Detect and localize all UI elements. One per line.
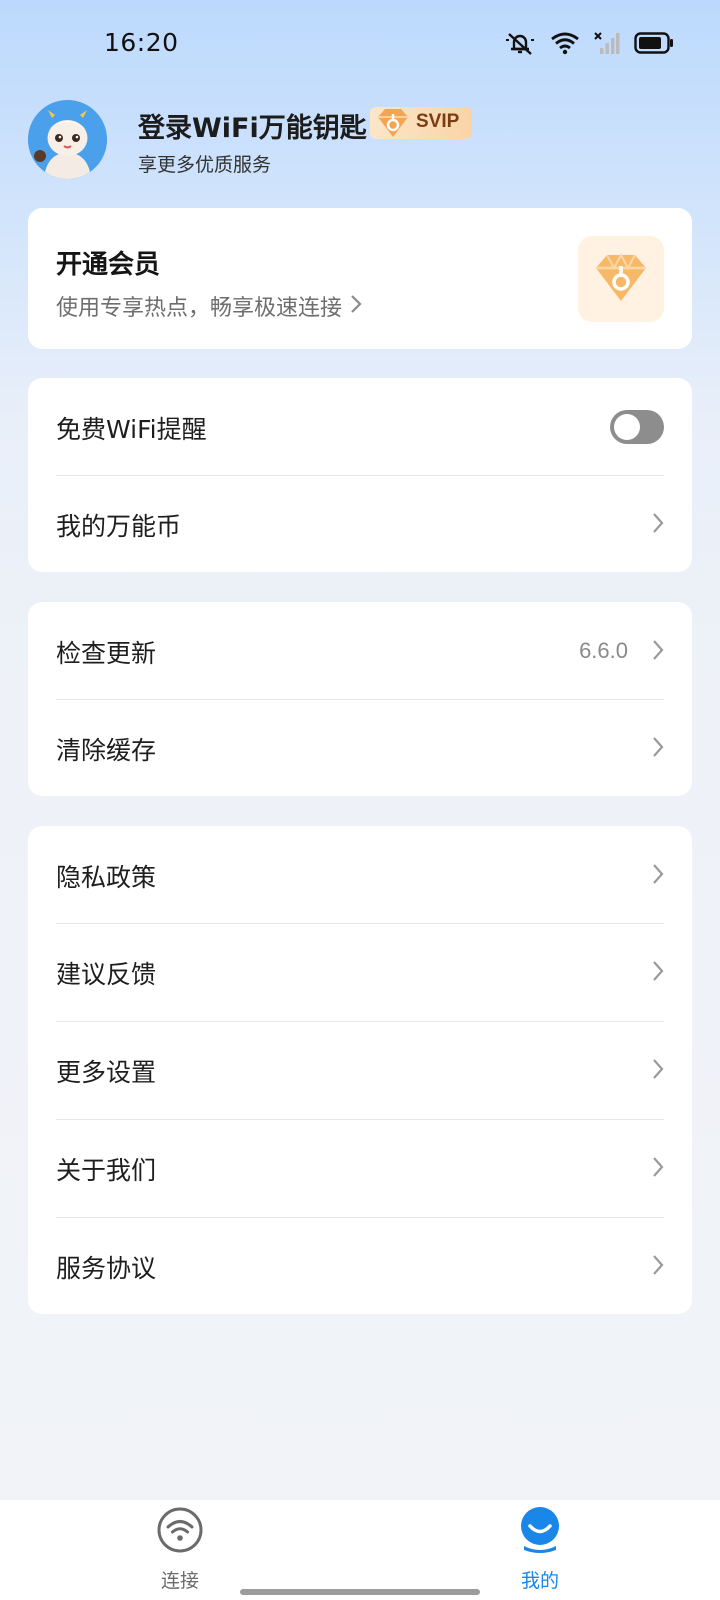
bottom-nav: 连接 我的 <box>0 1500 720 1600</box>
login-title[interactable]: 登录WiFi万能钥匙 <box>138 106 367 145</box>
login-subtitle: 享更多优质服务 <box>138 154 272 176</box>
svip-badge: SVIP <box>370 107 472 139</box>
check-update-row[interactable]: 检查更新 6.6.0 <box>28 602 692 700</box>
check-update-label: 检查更新 <box>56 639 157 668</box>
my-coins-label: 我的万能币 <box>56 512 182 541</box>
my-coins-row[interactable]: 我的万能币 <box>28 475 692 573</box>
chevron-right-icon <box>652 639 664 665</box>
about-us-row[interactable]: 关于我们 <box>28 1119 692 1217</box>
service-agreement-row[interactable]: 服务协议 <box>28 1217 692 1315</box>
vip-title: 开通会员 <box>56 250 161 280</box>
clear-cache-row[interactable]: 清除缓存 <box>28 699 692 797</box>
profile-icon <box>516 1504 564 1558</box>
wifi-icon <box>550 31 580 59</box>
diamond-key-icon <box>374 106 412 144</box>
diamond-key-icon <box>592 251 650 309</box>
chevron-right-icon <box>652 512 664 538</box>
settings-group-2: 检查更新 6.6.0 清除缓存 <box>28 602 692 796</box>
nav-label-mine: 我的 <box>520 1570 559 1592</box>
chevron-right-icon <box>652 1058 664 1084</box>
version-value: 6.6.0 <box>579 638 628 663</box>
no-signal-icon <box>594 31 620 59</box>
free-wifi-reminder-row: 免费WiFi提醒 <box>28 378 692 476</box>
free-wifi-reminder-toggle[interactable] <box>610 410 664 444</box>
feedback-row[interactable]: 建议反馈 <box>28 923 692 1021</box>
wifi-icon <box>156 1506 204 1558</box>
toggle-knob <box>614 414 640 440</box>
chevron-right-icon <box>652 960 664 986</box>
chevron-right-icon <box>652 1156 664 1182</box>
nav-tab-mine[interactable]: 我的 <box>460 1500 620 1600</box>
vip-icon <box>578 236 664 322</box>
free-wifi-reminder-label: 免费WiFi提醒 <box>56 415 207 444</box>
settings-group-3: 隐私政策 建议反馈 更多设置 关于我们 服务协议 <box>28 826 692 1314</box>
status-icons <box>504 30 674 60</box>
more-settings-label: 更多设置 <box>56 1058 157 1087</box>
nav-label-connect: 连接 <box>160 1570 199 1592</box>
about-us-label: 关于我们 <box>56 1156 157 1185</box>
mute-icon <box>504 30 536 60</box>
chevron-right-icon <box>652 736 664 762</box>
vip-subtitle: 使用专享热点，畅享极速连接 <box>56 290 362 322</box>
avatar[interactable] <box>28 100 107 179</box>
clear-cache-label: 清除缓存 <box>56 736 157 765</box>
chevron-right-icon <box>652 1254 664 1280</box>
more-settings-row[interactable]: 更多设置 <box>28 1021 692 1119</box>
feedback-label: 建议反馈 <box>56 960 157 989</box>
chevron-right-icon <box>652 863 664 889</box>
svip-label: SVIP <box>416 111 460 132</box>
service-agreement-label: 服务协议 <box>56 1254 157 1283</box>
nav-tab-connect[interactable]: 连接 <box>100 1500 260 1600</box>
vip-subtitle-text: 使用专享热点，畅享极速连接 <box>56 296 343 321</box>
privacy-policy-label: 隐私政策 <box>56 863 157 892</box>
status-time: 16:20 <box>104 28 179 57</box>
settings-group-1: 免费WiFi提醒 我的万能币 <box>28 378 692 572</box>
vip-card[interactable]: 开通会员 使用专享热点，畅享极速连接 <box>28 208 692 349</box>
privacy-policy-row[interactable]: 隐私政策 <box>28 826 692 924</box>
battery-icon <box>634 32 674 58</box>
home-indicator[interactable] <box>240 1589 480 1595</box>
chevron-right-icon <box>350 294 362 320</box>
